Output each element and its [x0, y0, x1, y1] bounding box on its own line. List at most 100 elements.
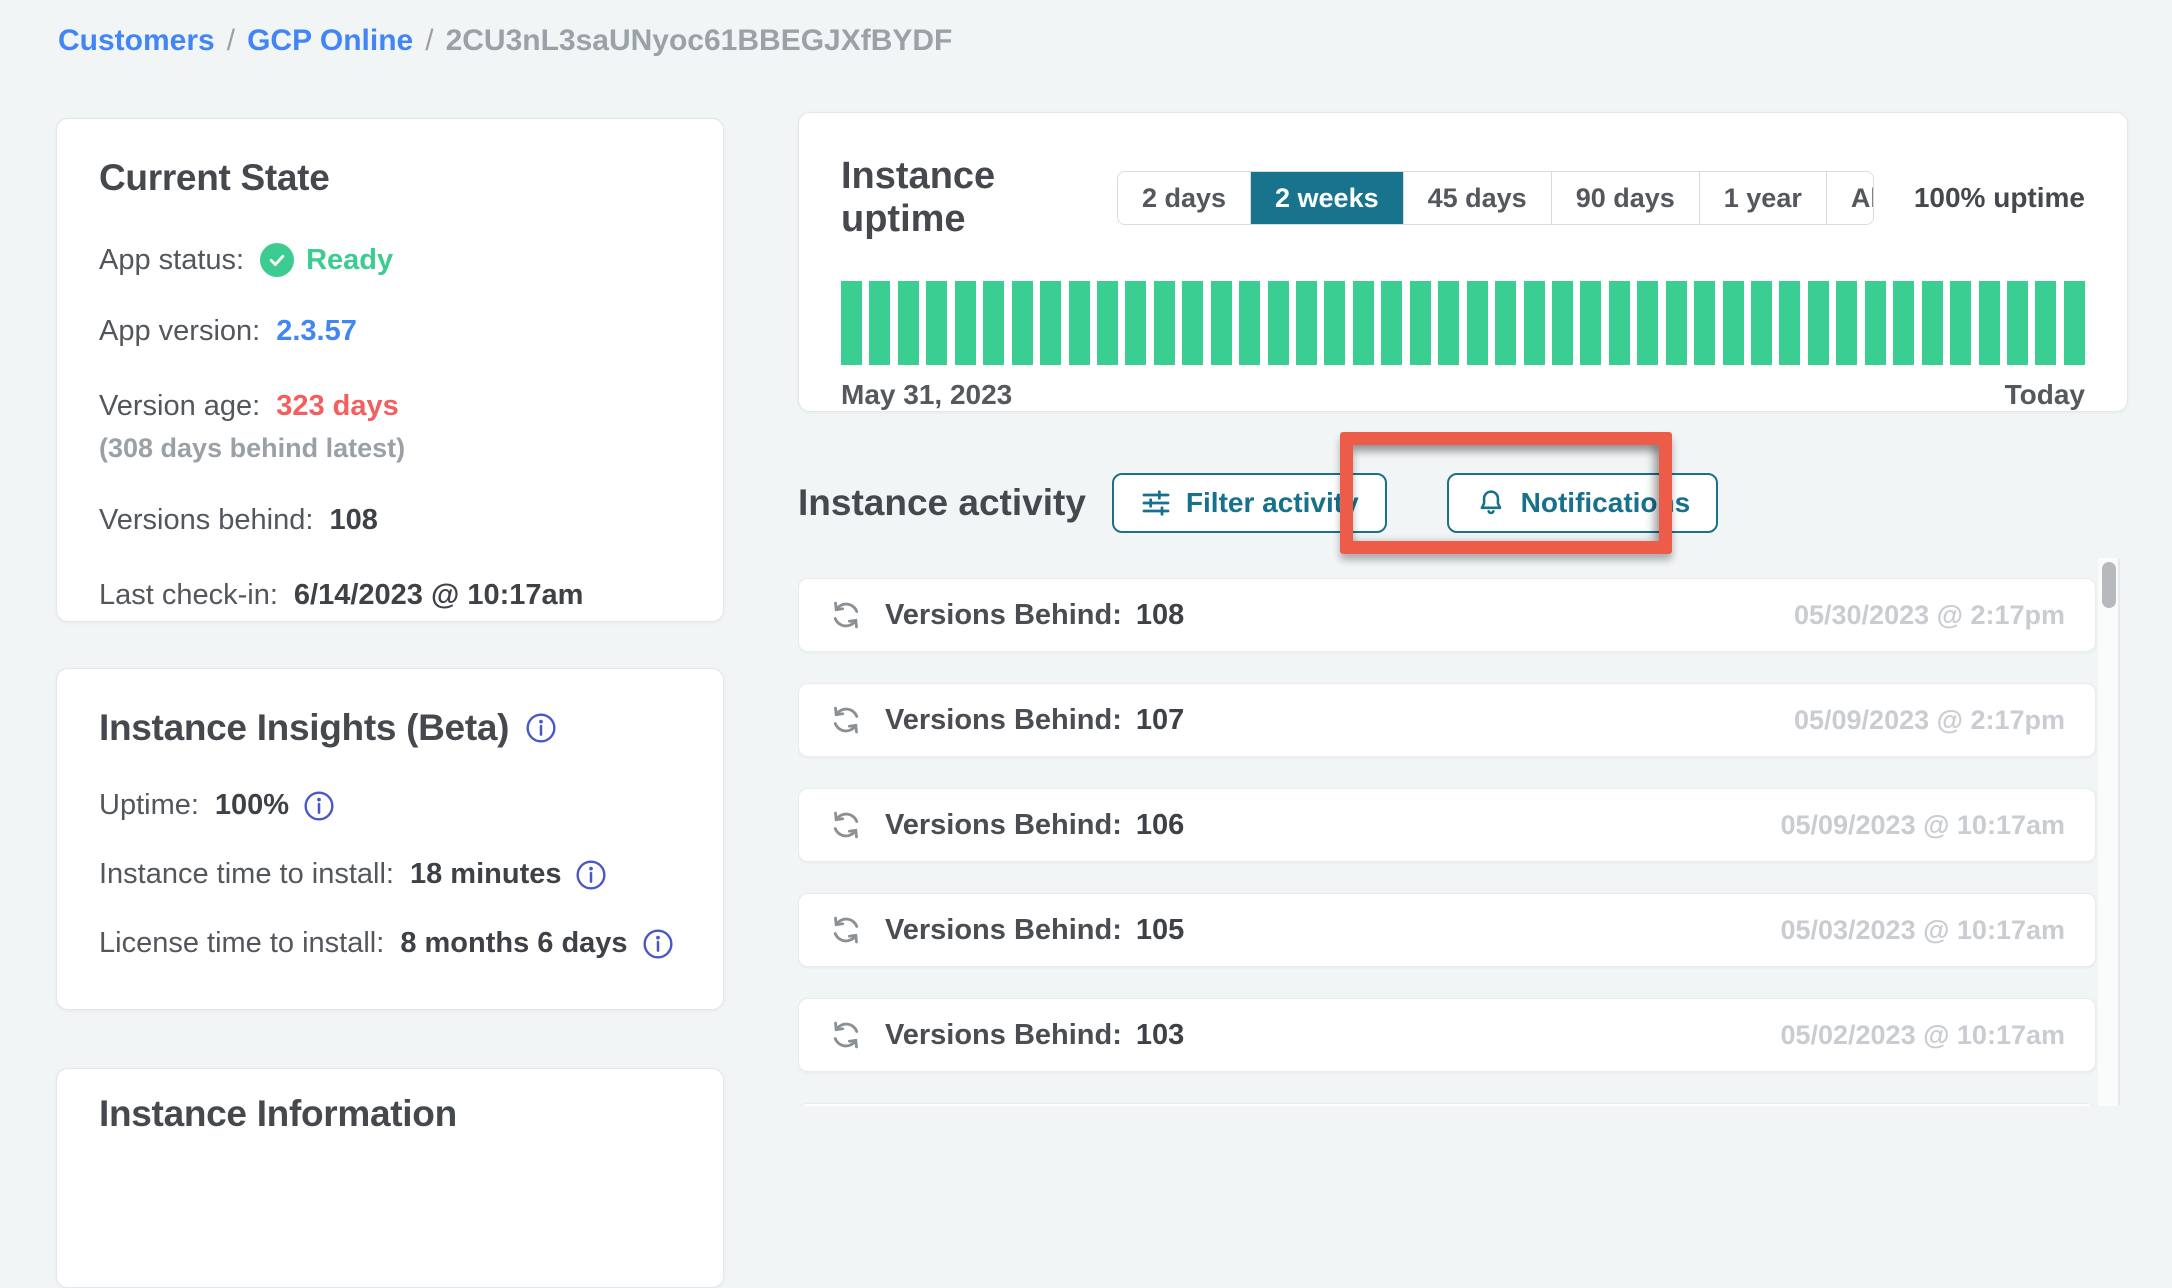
version-age-value: 323 days: [276, 390, 399, 423]
activity-row-timestamp: 05/09/2023 @ 10:17am: [1780, 810, 2065, 841]
info-circle-icon[interactable]: [303, 790, 335, 822]
breadcrumb-separator: /: [425, 24, 433, 58]
instance-uptime-card: Instance uptime 2 days 2 weeks 45 days 9…: [798, 112, 2128, 412]
uptime-bar: [1381, 281, 1402, 365]
uptime-bar: [2064, 281, 2085, 365]
app-status-label: App status:: [99, 244, 244, 277]
uptime-bar: [1182, 281, 1203, 365]
activity-row-value: 105: [1136, 914, 1184, 947]
check-circle-icon: [260, 243, 294, 277]
activity-row-label: Versions Behind:: [885, 599, 1122, 632]
uptime-bar: [869, 281, 890, 365]
breadcrumb: Customers / GCP Online / 2CU3nL3saUNyoc6…: [58, 24, 952, 58]
activity-row-value: 108: [1136, 599, 1184, 632]
breadcrumb-customers[interactable]: Customers: [58, 24, 215, 58]
activity-row-timestamp: 05/02/2023 @ 10:17am: [1780, 1020, 2065, 1051]
uptime-bar: [1438, 281, 1459, 365]
activity-row-value: 103: [1136, 1019, 1184, 1052]
activity-row-label: Versions Behind:: [885, 809, 1122, 842]
activity-row: Versions Behind: 107 05/09/2023 @ 2:17pm: [798, 683, 2096, 757]
uptime-bar: [898, 281, 919, 365]
uptime-bar: [2035, 281, 2056, 365]
uptime-bar: [1723, 281, 1744, 365]
uptime-bar: [1893, 281, 1914, 365]
uptime-bar: [1097, 281, 1118, 365]
activity-row: Versions Behind: 108 05/30/2023 @ 2:17pm: [798, 578, 2096, 652]
license-tti-label: License time to install:: [99, 927, 384, 960]
instance-activity-list: Versions Behind: 108 05/30/2023 @ 2:17pm…: [798, 556, 2128, 1106]
uptime-bar: [955, 281, 976, 365]
uptime-bar: [1751, 281, 1772, 365]
bell-icon: [1475, 487, 1507, 519]
uptime-bar: [1268, 281, 1289, 365]
uptime-bar: [1524, 281, 1545, 365]
uptime-bar: [1808, 281, 1829, 365]
activity-row-label: Versions Behind:: [885, 914, 1122, 947]
instance-tti-label: Instance time to install:: [99, 858, 394, 891]
uptime-bar: [1353, 281, 1374, 365]
uptime-bar: [1125, 281, 1146, 365]
instance-insights-title: Instance Insights (Beta): [99, 707, 509, 749]
tab-45-days[interactable]: 45 days: [1404, 172, 1552, 224]
activity-row-value: 107: [1136, 704, 1184, 737]
tab-all[interactable]: All: [1827, 172, 1874, 224]
activity-row-label: Versions Behind:: [885, 704, 1122, 737]
uptime-bar: [1324, 281, 1345, 365]
tab-2-weeks[interactable]: 2 weeks: [1251, 172, 1404, 224]
info-circle-icon[interactable]: [642, 928, 674, 960]
uptime-bar: [1211, 281, 1232, 365]
info-circle-icon[interactable]: [525, 712, 557, 744]
activity-row-label: Versions Behind:: [885, 1019, 1122, 1052]
uptime-bar-chart: [841, 281, 2085, 365]
breadcrumb-instance-id: 2CU3nL3saUNyoc61BBEGJXfBYDF: [446, 24, 953, 58]
current-state-card: Current State App status: Ready App vers…: [56, 118, 724, 622]
notifications-label: Notifications: [1521, 487, 1691, 519]
activity-row: Versions Behind: 106 05/09/2023 @ 10:17a…: [798, 788, 2096, 862]
uptime-bar: [1922, 281, 1943, 365]
sliders-icon: [1140, 487, 1172, 519]
uptime-label: Uptime:: [99, 789, 199, 822]
last-checkin-label: Last check-in:: [99, 579, 278, 612]
license-tti-value: 8 months 6 days: [400, 927, 627, 960]
uptime-bar: [1296, 281, 1317, 365]
tab-90-days[interactable]: 90 days: [1552, 172, 1700, 224]
info-circle-icon[interactable]: [575, 859, 607, 891]
filter-activity-label: Filter activity: [1186, 487, 1359, 519]
refresh-icon: [829, 808, 863, 842]
version-age-note: (308 days behind latest): [99, 433, 681, 464]
uptime-bar: [1495, 281, 1516, 365]
activity-scrollbar-thumb[interactable]: [2102, 562, 2116, 608]
uptime-bar: [1950, 281, 1971, 365]
breadcrumb-customer-name[interactable]: GCP Online: [247, 24, 413, 58]
instance-activity-title: Instance activity: [798, 482, 1086, 524]
uptime-bar: [983, 281, 1004, 365]
uptime-bar: [1580, 281, 1601, 365]
uptime-summary: 100% uptime: [1914, 182, 2085, 214]
app-status-row: App status: Ready: [99, 243, 681, 277]
uptime-bar: [1040, 281, 1061, 365]
uptime-bar: [1552, 281, 1573, 365]
refresh-icon: [829, 1018, 863, 1052]
activity-row: Versions Behind: 103 05/02/2023 @ 10:17a…: [798, 998, 2096, 1072]
uptime-bar: [1154, 281, 1175, 365]
app-version-row: App version: 2.3.57: [99, 315, 681, 348]
instance-insights-card: Instance Insights (Beta) Uptime: 100% In…: [56, 668, 724, 1010]
notifications-button[interactable]: Notifications: [1447, 473, 1719, 533]
uptime-range-tabs: 2 days 2 weeks 45 days 90 days 1 year Al…: [1117, 171, 1874, 225]
uptime-bar: [1410, 281, 1431, 365]
versions-behind-label: Versions behind:: [99, 504, 313, 537]
app-version-label: App version:: [99, 315, 260, 348]
uptime-bar: [1069, 281, 1090, 365]
tab-1-year[interactable]: 1 year: [1700, 172, 1827, 224]
uptime-end-label: Today: [2005, 379, 2085, 411]
uptime-bar: [841, 281, 862, 365]
tab-2-days[interactable]: 2 days: [1118, 172, 1251, 224]
activity-row-timestamp: 05/09/2023 @ 2:17pm: [1794, 705, 2065, 736]
current-state-title: Current State: [99, 157, 681, 199]
filter-activity-button[interactable]: Filter activity: [1112, 473, 1387, 533]
uptime-bar: [2007, 281, 2028, 365]
uptime-row: Uptime: 100%: [99, 789, 681, 822]
uptime-bar: [1609, 281, 1630, 365]
versions-behind-value: 108: [329, 504, 377, 537]
instance-time-to-install-row: Instance time to install: 18 minutes: [99, 858, 681, 891]
